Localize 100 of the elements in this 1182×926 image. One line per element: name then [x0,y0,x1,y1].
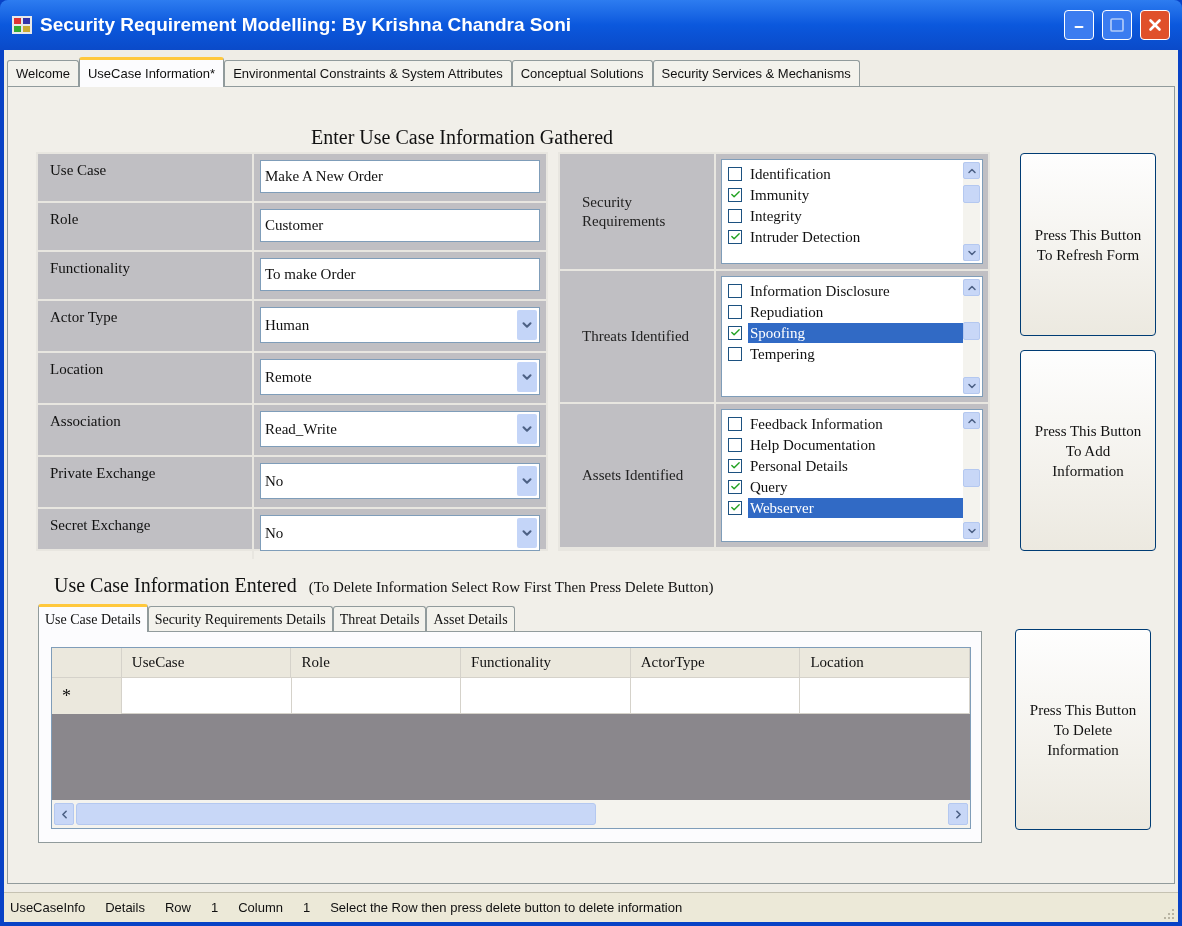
tab[interactable]: Security Requirements Details [147,606,333,631]
list-item[interactable]: Webserver [748,497,963,518]
table-cell[interactable] [121,678,292,714]
tab[interactable]: Use Case Details [38,604,148,632]
scroll-left-button[interactable] [54,803,74,825]
scroll-thumb[interactable] [963,322,980,340]
list-item[interactable]: Intruder Detection [748,226,863,247]
scroll-down-button[interactable] [963,244,980,261]
scroll-thumb[interactable] [963,469,980,487]
text-field[interactable]: Customer [260,209,540,242]
dropdown-field[interactable]: Human [260,307,540,343]
field-label: Role [50,211,79,227]
check-icon [729,231,741,242]
tab[interactable]: Environmental Constraints & System Attributes [224,60,512,86]
checklist-label: Assets Identified [582,466,684,485]
tab[interactable]: Conceptual Solutions [511,60,653,86]
status-text: UseCaseInfo [10,898,86,917]
command-button[interactable]: Press This Button To Refresh Form [1020,153,1156,336]
list-item[interactable]: Feedback Information [748,413,885,434]
list-item[interactable]: Immunity [748,184,812,205]
command-button[interactable]: Press This Button To Add Information [1020,350,1156,551]
checked-list-box[interactable]: Feedback Information Help Documentation Personal Details Query Webserver [721,409,983,542]
field-label: Secret Exchange [50,517,151,533]
list-item[interactable]: Identification [748,163,833,184]
scroll-thumb[interactable] [963,185,980,203]
row-header-cell: * [52,678,122,714]
maximize-button[interactable] [1102,10,1132,40]
scrollbar[interactable] [963,162,980,261]
scrollbar[interactable] [963,412,980,539]
checkbox[interactable] [728,166,742,181]
scroll-thumb[interactable] [76,803,596,825]
checkbox[interactable] [728,187,742,202]
checked-list-box[interactable]: Information Disclosure Repudiation Spoofing Tempering [721,276,983,397]
list-item[interactable]: Integrity [748,205,804,226]
status-text: 1 [302,898,311,917]
field-label: Actor Type [50,309,118,325]
tab[interactable]: Threat Details [332,606,427,631]
field-label: Private Exchange [50,465,156,481]
status-text: 1 [210,898,219,917]
horizontal-scrollbar[interactable] [52,800,970,828]
checkbox[interactable] [728,437,742,452]
column-header[interactable]: Location [800,648,971,677]
check-icon [729,460,741,471]
tab[interactable]: UseCase Information* [78,57,225,87]
scroll-up-button[interactable] [963,162,980,179]
checkbox[interactable] [728,346,742,361]
scroll-up-button[interactable] [963,412,980,429]
scroll-down-button[interactable] [963,522,980,539]
field-label: Use Case [50,162,107,178]
checkbox[interactable] [728,325,742,340]
scroll-down-button[interactable] [963,377,980,394]
list-item[interactable]: Personal Details [748,455,850,476]
dropdown-field[interactable]: Remote [260,359,540,395]
checkbox[interactable] [728,458,742,473]
list-item[interactable]: Query [748,476,790,497]
scroll-up-button[interactable] [963,279,980,296]
field-label: Functionality [50,260,130,276]
resize-grip-icon[interactable] [1163,907,1175,920]
column-header[interactable]: Role [291,648,462,677]
dropdown-field[interactable]: Read_Write [260,411,540,447]
text-field[interactable]: Make A New Order [260,160,540,193]
column-header[interactable]: ActorType [630,648,801,677]
status-text: Select the Row then press delete button to delete information [330,898,683,917]
text-field[interactable]: To make Order [260,258,540,291]
command-button[interactable]: Press This Button To Delete Information [1015,629,1151,830]
checklist-label: Security Requirements [582,192,667,231]
checkbox[interactable] [728,283,742,298]
table-cell[interactable] [630,678,801,714]
hint-text: (To Delete Information Select Row First Then Press Delete Button) [308,578,714,597]
list-item[interactable]: Repudiation [748,301,826,322]
table-cell[interactable] [800,678,970,714]
scrollbar[interactable] [963,279,980,394]
checkbox[interactable] [728,304,742,319]
checkbox[interactable] [728,416,742,431]
checkbox[interactable] [728,479,742,494]
checked-list-box[interactable]: Identification Immunity Integrity Intruder Detection [721,159,983,264]
tab[interactable]: Welcome [7,60,79,86]
maximize-icon [1109,17,1125,33]
scroll-right-button[interactable] [948,803,968,825]
tab[interactable]: Asset Details [426,606,515,631]
status-text: Column [238,898,283,917]
minimize-button[interactable] [1064,10,1094,40]
section-heading: Use Case Information Entered [54,573,297,597]
checkbox[interactable] [728,208,742,223]
list-item[interactable]: Information Disclosure [748,280,892,301]
list-item[interactable]: Help Documentation [748,434,878,455]
list-item[interactable]: Spoofing [748,322,963,343]
tab[interactable]: Security Services & Mechanisms [652,60,860,86]
check-icon [729,481,741,492]
dropdown-field[interactable]: No [260,515,540,551]
close-button[interactable] [1140,10,1170,40]
list-item[interactable]: Tempering [748,343,817,364]
column-header[interactable]: UseCase [121,648,292,677]
checkbox[interactable] [728,229,742,244]
column-header[interactable]: Functionality [461,648,631,677]
table-cell[interactable] [461,678,631,714]
check-icon [729,189,741,200]
dropdown-field[interactable]: No [260,463,540,499]
checkbox[interactable] [728,500,742,515]
table-cell[interactable] [291,678,462,714]
